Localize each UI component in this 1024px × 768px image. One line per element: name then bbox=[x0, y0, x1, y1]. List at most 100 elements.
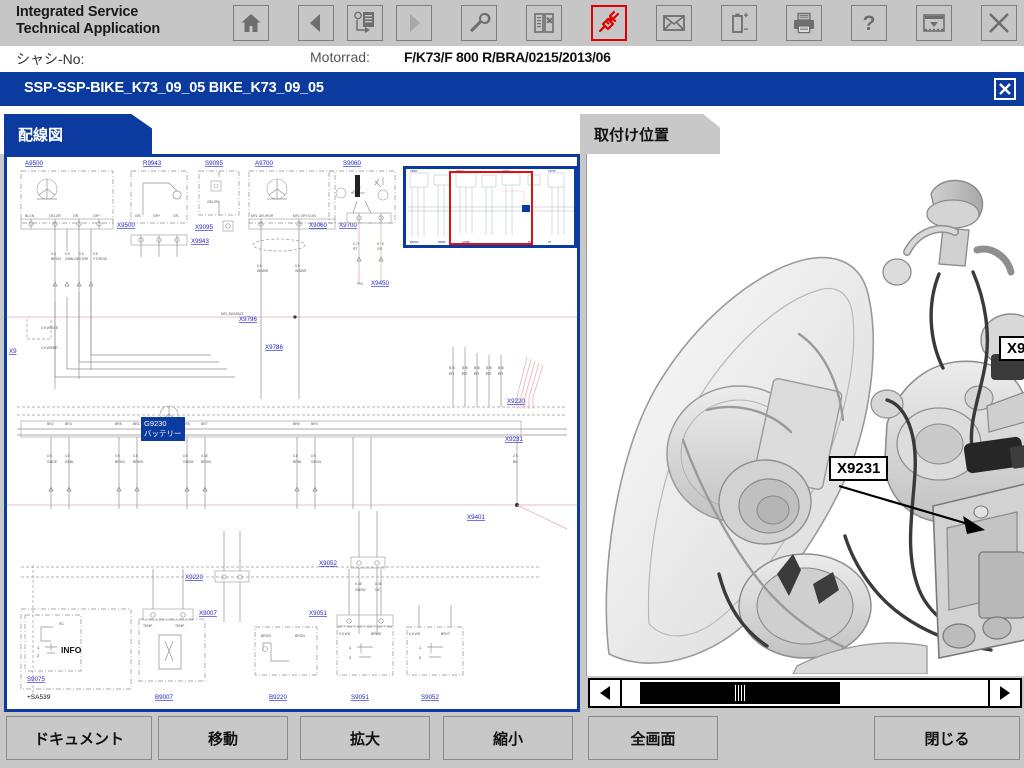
document-history-button[interactable] bbox=[347, 5, 383, 41]
svg-text:BRWS: BRWS bbox=[133, 460, 144, 464]
svg-text:MFL GR-/HOR: MFL GR-/HOR bbox=[251, 214, 274, 218]
scrollbar-grip-line bbox=[744, 685, 745, 701]
help-question-icon: ? bbox=[857, 11, 881, 35]
document-close-button[interactable] bbox=[526, 5, 562, 41]
envelope-icon bbox=[662, 11, 686, 35]
zoom-in-button[interactable]: 拡大 bbox=[300, 716, 430, 760]
svg-text:S9075: S9075 bbox=[27, 676, 45, 683]
svg-text:2.5: 2.5 bbox=[513, 454, 518, 458]
zoom-in-button-label: 拡大 bbox=[349, 730, 380, 748]
back-button[interactable] bbox=[298, 5, 334, 41]
tooltip-code: G9230 bbox=[144, 419, 167, 428]
scrollbar-thumb[interactable] bbox=[640, 682, 840, 704]
svg-text:0.5: 0.5 bbox=[462, 365, 468, 370]
svg-text:BR/WS: BR/WS bbox=[410, 240, 419, 244]
connector-plug-button[interactable] bbox=[591, 5, 627, 41]
svg-text:0.5: 0.5 bbox=[183, 454, 188, 458]
svg-text:1: 1 bbox=[349, 645, 352, 650]
svg-text:BRGN: BRGN bbox=[51, 257, 61, 261]
diagram-overview-thumbnail[interactable]: A9500 R9943 S9095 A9700 BR/WS BR/BK GN/BK RT R… bbox=[403, 166, 577, 248]
svg-text:2: 2 bbox=[37, 653, 40, 658]
motorcycle-illustration bbox=[605, 179, 1024, 675]
close-button-label: 閉じる bbox=[924, 730, 970, 748]
svg-text:BRVT: BRVT bbox=[441, 632, 450, 636]
help-button[interactable]: ? bbox=[851, 5, 887, 41]
svg-text:X9401: X9401 bbox=[467, 514, 485, 521]
svg-text:0.75: 0.75 bbox=[377, 242, 384, 246]
svg-text:X9095: X9095 bbox=[195, 224, 213, 231]
document-title-bar: SSP-SSP-BIKE_K73_09_05 BIKE_K73_09_05 bbox=[0, 72, 1024, 106]
svg-text:X9051: X9051 bbox=[309, 610, 327, 617]
svg-text:X9231: X9231 bbox=[505, 436, 523, 443]
svg-text:A9500: A9500 bbox=[410, 169, 418, 173]
scrollbar-track[interactable] bbox=[622, 680, 988, 706]
zoom-out-button[interactable]: 縮小 bbox=[443, 716, 573, 760]
svg-text:BLGN: BLGN bbox=[25, 214, 35, 218]
callout-edge-clipped: X9 bbox=[999, 336, 1024, 361]
fullscreen-button[interactable]: 全画面 bbox=[588, 716, 718, 760]
svg-text:X9796: X9796 bbox=[239, 316, 257, 323]
overview-viewport-rect[interactable] bbox=[449, 171, 533, 245]
close-x-icon bbox=[998, 82, 1012, 96]
scrollbar-grip-line bbox=[741, 685, 742, 701]
svg-text:0.5 WS/GE: 0.5 WS/GE bbox=[41, 326, 59, 330]
document-button[interactable]: ドキュメント bbox=[6, 716, 152, 760]
scroll-right-button[interactable] bbox=[988, 680, 1020, 706]
scroll-left-button[interactable] bbox=[590, 680, 622, 706]
zoom-out-button-label: 縮小 bbox=[492, 730, 523, 748]
svg-text:TEMP: TEMP bbox=[175, 624, 185, 628]
svg-text:GELOR: GELOR bbox=[207, 200, 219, 204]
move-button[interactable]: 移動 bbox=[158, 716, 288, 760]
close-button[interactable]: 閉じる bbox=[874, 716, 1020, 760]
svg-text:BR2: BR2 bbox=[47, 422, 54, 426]
svg-text:BRWS: BRWS bbox=[371, 632, 382, 636]
svg-text:0.5: 0.5 bbox=[311, 454, 316, 458]
connector-plug-icon bbox=[596, 10, 622, 36]
svg-text:RT: RT bbox=[353, 247, 357, 251]
svg-text:A9700: A9700 bbox=[548, 169, 556, 173]
home-button[interactable] bbox=[233, 5, 269, 41]
vehicle-type-value: F/K73/F 800 R/BRA/0215/2013/06 bbox=[404, 49, 611, 65]
messages-button[interactable] bbox=[656, 5, 692, 41]
service-button[interactable] bbox=[461, 5, 497, 41]
svg-text:BRGN: BRGN bbox=[295, 634, 305, 638]
svg-text:VTGEGE: VTGEGE bbox=[93, 257, 108, 261]
svg-text:RT: RT bbox=[474, 371, 480, 376]
svg-text:GEGN: GEGN bbox=[311, 460, 322, 464]
callout-edge-label: X9 bbox=[1007, 340, 1024, 357]
svg-text:S9060: S9060 bbox=[343, 160, 361, 167]
print-button[interactable] bbox=[786, 5, 822, 41]
svg-text:WS/BR: WS/BR bbox=[257, 269, 269, 273]
vehicle-info-bar: シャシ-No: Motorrad: F/K73/F 800 R/BRA/0215… bbox=[0, 46, 1024, 72]
application-title-line1: Integrated Service bbox=[16, 4, 139, 20]
svg-text:BR5: BR5 bbox=[115, 422, 122, 426]
svg-text:0.5: 0.5 bbox=[498, 365, 504, 370]
svg-text:2: 2 bbox=[349, 655, 352, 660]
scrollbar-grip-line bbox=[738, 685, 739, 701]
list-dropdown-button[interactable] bbox=[916, 5, 952, 41]
tooltip-text: バッテリー bbox=[144, 429, 182, 438]
mounting-position-panel[interactable]: X9231 X9 bbox=[586, 154, 1024, 676]
svg-text:X9450: X9450 bbox=[371, 280, 389, 287]
tab-mounting-position[interactable]: 取付け位置 bbox=[580, 114, 720, 154]
photo-horizontal-scrollbar[interactable] bbox=[588, 678, 1022, 708]
scroll-left-arrow-icon bbox=[600, 686, 610, 700]
svg-text:BRBL: BRBL bbox=[293, 460, 302, 464]
close-document-button[interactable] bbox=[994, 78, 1016, 100]
svg-text:BRGN: BRGN bbox=[261, 634, 271, 638]
svg-text:BR/BK: BR/BK bbox=[438, 240, 446, 244]
bottom-button-bar: ドキュメント 移動 拡大 縮小 全画面 閉じる bbox=[0, 712, 1024, 768]
svg-text:GR-: GR- bbox=[135, 214, 141, 218]
svg-text:?: ? bbox=[863, 12, 876, 35]
svg-text:X9052: X9052 bbox=[319, 560, 337, 567]
forward-button[interactable] bbox=[396, 5, 432, 41]
document-close-icon bbox=[532, 11, 556, 35]
close-application-button[interactable] bbox=[981, 5, 1017, 41]
svg-text:R9943: R9943 bbox=[143, 160, 162, 167]
document-history-icon bbox=[353, 11, 377, 35]
svg-text:X9: X9 bbox=[9, 348, 17, 355]
document-button-label: ドキュメント bbox=[33, 730, 124, 748]
home-icon bbox=[239, 11, 263, 35]
battery-button[interactable] bbox=[721, 5, 757, 41]
tab-wiring-diagram[interactable]: 配線図 bbox=[4, 114, 152, 154]
